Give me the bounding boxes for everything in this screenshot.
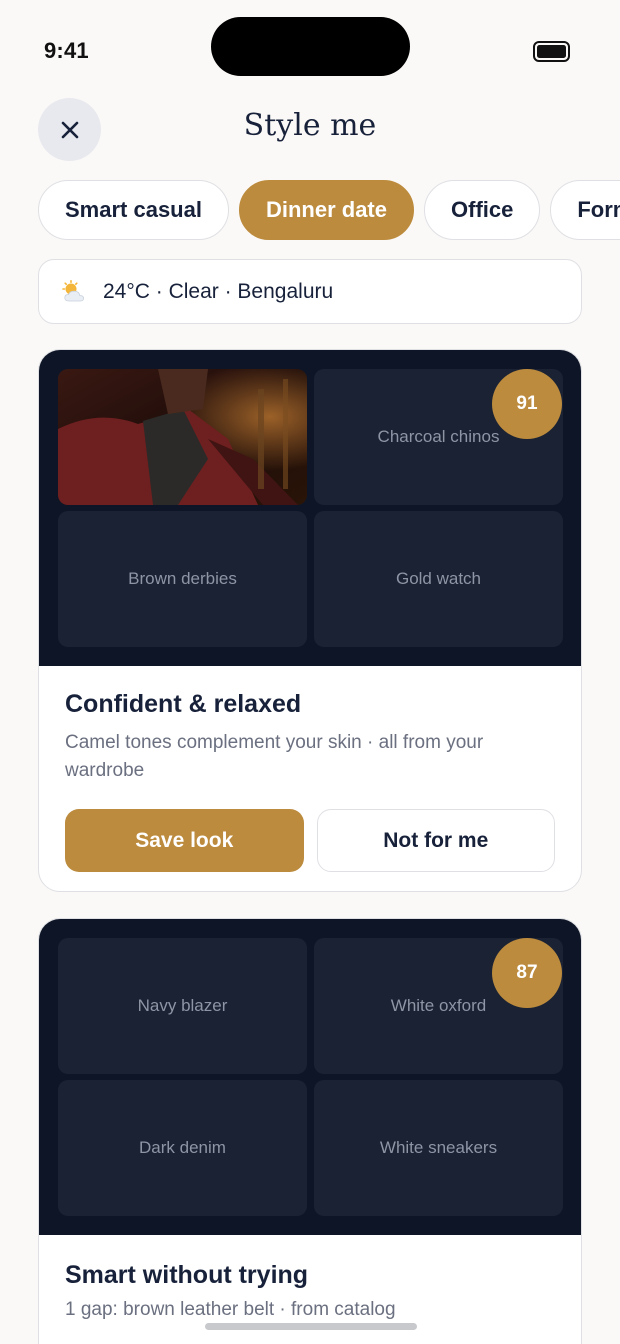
outfit-grid: Charcoal chinos Brown derbies Gold watch…	[39, 350, 581, 666]
look-card: Navy blazer White oxford Dark denim Whit…	[38, 918, 582, 1344]
battery-icon	[533, 41, 570, 62]
occasion-chips: Smart casualDinner dateOfficeFormal	[38, 180, 620, 242]
chip-smart-casual[interactable]: Smart casual	[38, 180, 229, 240]
look-subtitle: Camel tones complement your skin · all f…	[65, 732, 484, 781]
weather-bar: 24°C · Clear · Bengaluru	[38, 259, 582, 324]
chip-office[interactable]: Office	[424, 180, 541, 240]
outfit-tile: Dark denim	[58, 1080, 307, 1216]
outfit-photo	[58, 369, 307, 505]
look-title: Confident & relaxed	[65, 690, 302, 718]
chip-formal[interactable]: Formal	[550, 180, 620, 240]
status-time: 9:41	[44, 38, 89, 63]
weather-text: 24°C · Clear · Bengaluru	[103, 279, 334, 303]
look-subtitle: 1 gap: brown leather belt · from catalog	[65, 1299, 396, 1320]
look-title: Smart without trying	[65, 1261, 309, 1289]
chip-dinner-date[interactable]: Dinner date	[238, 180, 414, 240]
match-score-badge: 91	[492, 369, 562, 439]
outfit-grid: Navy blazer White oxford Dark denim Whit…	[39, 919, 581, 1235]
outfit-tile: White sneakers	[314, 1080, 563, 1216]
home-indicator[interactable]	[205, 1323, 417, 1330]
not-for-me-button[interactable]: Not for me	[316, 809, 555, 872]
outfit-tile: Gold watch	[314, 511, 563, 647]
partly-cloudy-icon	[62, 279, 85, 301]
outfit-tile: Navy blazer	[58, 938, 307, 1074]
look-card: Charcoal chinos Brown derbies Gold watch…	[38, 349, 582, 892]
save-look-button[interactable]: Save look	[65, 809, 304, 872]
outfit-tile: Brown derbies	[58, 511, 307, 647]
dynamic-island	[211, 17, 410, 76]
page-title: Style me	[243, 108, 377, 143]
status-bar: 9:41	[0, 0, 620, 90]
match-score-badge: 87	[492, 938, 562, 1008]
